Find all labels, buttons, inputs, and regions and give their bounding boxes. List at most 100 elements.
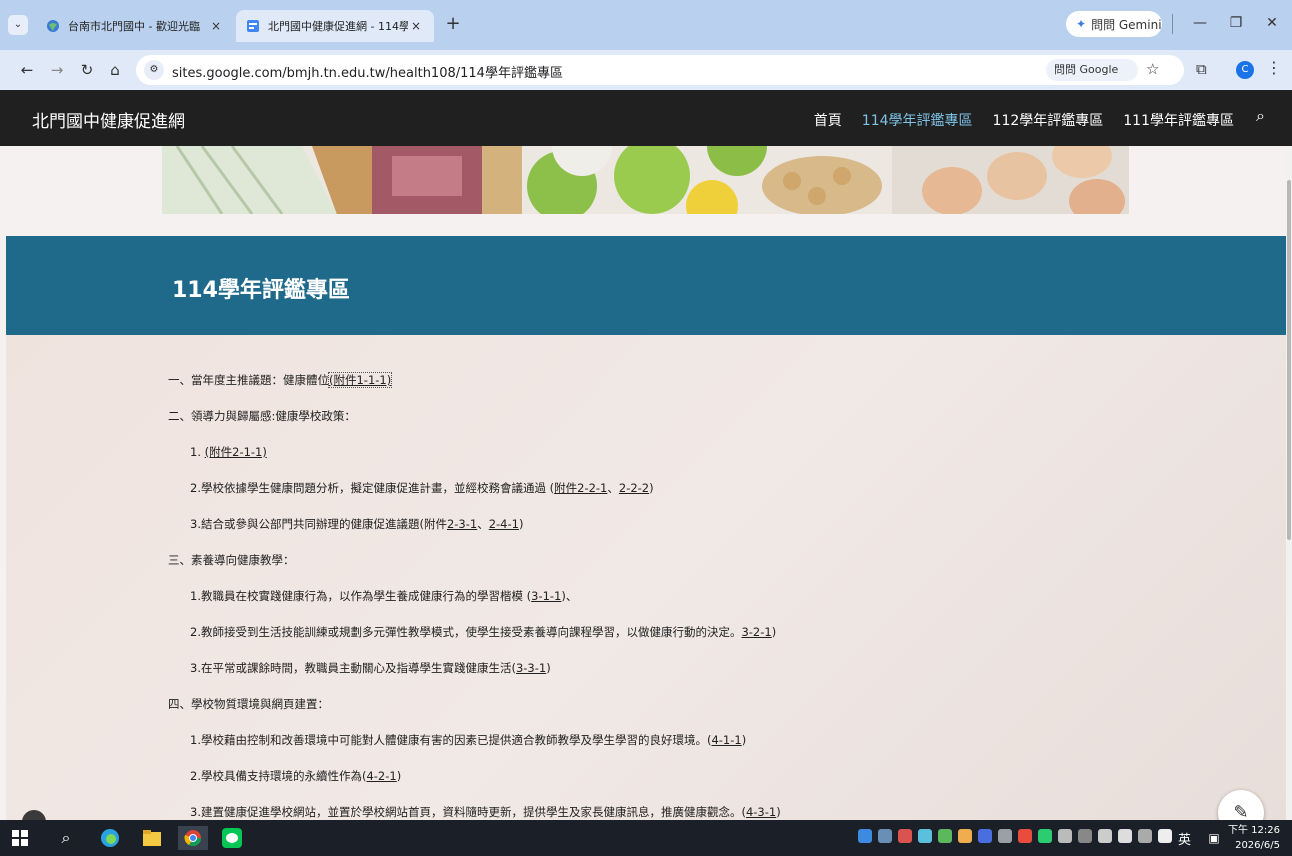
file-explorer-icon[interactable] (140, 826, 164, 850)
tray-app-icon[interactable] (878, 829, 892, 843)
bookmark-star-icon[interactable]: ☆ (1146, 60, 1159, 78)
attachment-link[interactable]: (附件2-1-1) (205, 445, 267, 459)
close-window-button[interactable]: ✕ (1252, 10, 1292, 36)
nav-item-home[interactable]: 首頁 (814, 110, 842, 130)
tray-app-icon[interactable] (898, 829, 912, 843)
minimize-button[interactable]: — (1180, 10, 1220, 36)
list-item: 1.學校藉由控制和改善環境中可能對人體健康有害的因素已提供適合教師教學及學生學習… (190, 733, 747, 747)
site-nav: 首頁 114學年評鑑專區 112學年評鑑專區 111學年評鑑專區 (814, 110, 1234, 130)
new-tab-button[interactable]: + (442, 14, 464, 36)
tray-app-icon[interactable] (1098, 829, 1112, 843)
attachment-link[interactable]: (附件1-1-1) (327, 372, 393, 388)
home-icon[interactable]: ⌂ (104, 59, 126, 81)
clock-time: 下午 12:26 (1228, 825, 1280, 836)
profile-avatar[interactable]: C (1236, 61, 1254, 79)
attachment-link[interactable]: 4-1-1 (711, 733, 741, 747)
scrollbar-thumb[interactable] (1287, 180, 1291, 540)
tray-app-icon[interactable] (938, 829, 952, 843)
tray-app-icon[interactable] (958, 829, 972, 843)
gemini-sparkle-icon: ✦ (1076, 17, 1087, 31)
google-sites-icon (247, 20, 259, 32)
forward-arrow-icon[interactable]: → (46, 59, 68, 81)
tray-app-icon[interactable] (1118, 829, 1132, 843)
nav-item-112[interactable]: 112學年評鑑專區 (993, 110, 1104, 130)
browser-menu-icon[interactable]: ⋮ (1266, 58, 1282, 77)
tab-close-icon[interactable]: × (408, 19, 424, 33)
attachment-link[interactable]: 3-2-1 (741, 625, 771, 639)
list-item: 3.建置健康促進學校網站，並置於學校網站首頁，資料隨時更新，提供學生及家長健康訊… (190, 805, 781, 819)
windows-start-icon[interactable] (8, 826, 32, 850)
reload-icon[interactable]: ↻ (76, 59, 98, 81)
page-banner: 114學年評鑑專區 (6, 236, 1286, 335)
gemini-label: 問問 Gemini (1091, 17, 1162, 32)
tray-app-icon[interactable] (1138, 829, 1152, 843)
tray-app-icon[interactable] (998, 829, 1012, 843)
restore-button[interactable]: ❐ (1216, 10, 1256, 36)
ask-google-button[interactable]: 問問 Google (1046, 59, 1138, 81)
list-item: 2.學校具備支持環境的永續性作為(4-2-1) (190, 769, 402, 783)
tray-app-icon[interactable] (978, 829, 992, 843)
list-item: 3.結合或參與公部門共同辦理的健康促進議題(附件2-3-1、2-4-1) (190, 517, 524, 531)
back-arrow-icon[interactable]: ← (16, 59, 38, 81)
tray-app-icon[interactable] (1018, 829, 1032, 843)
nav-item-111[interactable]: 111學年評鑑專區 (1123, 110, 1234, 130)
attachment-link[interactable]: 3-1-1 (531, 589, 561, 603)
attachment-link[interactable]: 附件2-2-1 (554, 481, 607, 495)
edge-browser-icon[interactable] (98, 826, 122, 850)
section-heading: 四、學校物質環境與網頁建置： (168, 697, 329, 711)
tray-app-icon[interactable] (1038, 829, 1052, 843)
list-item: 3.在平常或課餘時間，教職員主動關心及指導學生實踐健康生活(3-3-1) (190, 661, 551, 675)
site-settings-icon[interactable]: ⚙ (144, 60, 164, 80)
lens-label: 問問 Google (1054, 63, 1119, 76)
section-heading: 二、領導力與歸屬感:健康學校政策： (168, 409, 356, 423)
taskbar: ⌕ 英 ▣ 下午 12:26 2026/6/5 (0, 820, 1292, 856)
tab-title: 北門國中健康促進網 - 114學年 (268, 20, 408, 33)
section-heading: 三、素養導向健康教學： (168, 553, 295, 567)
globe-icon (47, 20, 59, 32)
attachment-link[interactable]: 2-3-1 (447, 517, 477, 531)
line-app-icon[interactable] (220, 826, 244, 850)
search-icon[interactable]: ⌕ (1256, 106, 1265, 126)
clock-date: 2026/6/5 (1235, 840, 1280, 851)
tray-app-icon[interactable] (1158, 829, 1172, 843)
tray-app-icon[interactable] (858, 829, 872, 843)
attachment-link[interactable]: 2-4-1 (489, 517, 519, 531)
ask-gemini-button[interactable]: ✦ 問問 Gemini (1066, 11, 1162, 37)
divider (1172, 14, 1173, 34)
attachment-link[interactable]: 4-3-1 (746, 805, 776, 819)
notification-icon[interactable]: ▣ (1202, 826, 1226, 850)
browser-toolbar: ← → ↻ ⌂ ⚙ sites.google.com/bmjh.tn.edu.t… (0, 50, 1292, 90)
tab-title: 台南市北門國中 - 歡迎光臨 (68, 20, 200, 33)
system-tray (858, 829, 1172, 843)
tray-app-icon[interactable] (918, 829, 932, 843)
extensions-icon[interactable]: ⧉ (1196, 60, 1207, 78)
page-viewport: 北門國中健康促進網 首頁 114學年評鑑專區 112學年評鑑專區 111學年評鑑… (0, 90, 1292, 820)
attachment-link[interactable]: 3-3-1 (516, 661, 546, 675)
list-item: 一、當年度主推議題：健康體位(附件1-1-1) (168, 372, 393, 388)
content-section: 一、當年度主推議題：健康體位(附件1-1-1) 二、領導力與歸屬感:健康學校政策… (6, 335, 1286, 820)
input-method-indicator[interactable]: 英 (1178, 829, 1191, 848)
page-title: 114學年評鑑專區 (172, 278, 350, 303)
tab-close-icon[interactable]: × (208, 19, 224, 33)
address-bar[interactable]: ⚙ sites.google.com/bmjh.tn.edu.tw/health… (136, 55, 1184, 85)
tab-search-chevron-icon[interactable]: ⌄ (8, 15, 28, 35)
speaker-icon[interactable] (1058, 829, 1072, 843)
list-item: 1.教職員在校實踐健康行為，以作為學生養成健康行為的學習楷模 (3-1-1)、 (190, 589, 578, 603)
hero-food-image (162, 146, 1129, 214)
site-header: 北門國中健康促進網 首頁 114學年評鑑專區 112學年評鑑專區 111學年評鑑… (0, 90, 1292, 146)
list-item: 2.學校依據學生健康問題分析，擬定健康促進計畫，並經校務會議通過 (附件2-2-… (190, 481, 654, 495)
attachment-link[interactable]: 4-2-1 (366, 769, 396, 783)
attachment-link[interactable]: 2-2-2 (619, 481, 649, 495)
list-item: 1. (附件2-1-1) (190, 445, 267, 459)
chrome-icon[interactable] (178, 826, 208, 850)
tab-health-site[interactable]: 北門國中健康促進網 - 114學年 × (236, 10, 434, 42)
site-title[interactable]: 北門國中健康促進網 (32, 107, 185, 132)
tab-school-home[interactable]: 台南市北門國中 - 歡迎光臨 × (36, 10, 234, 42)
list-item: 2.教師接受到生活技能訓練或規劃多元彈性教學模式，使學生接受素養導向課程學習，以… (190, 625, 777, 639)
nav-item-114[interactable]: 114學年評鑑專區 (862, 110, 973, 130)
battery-icon[interactable] (1078, 829, 1092, 843)
tab-strip: ⌄ 台南市北門國中 - 歡迎光臨 × 北門國中健康促進網 - 114學年 × +… (0, 0, 1292, 50)
clock[interactable]: 下午 12:26 2026/6/5 (1228, 823, 1280, 853)
search-icon[interactable]: ⌕ (54, 826, 78, 850)
url-text[interactable]: sites.google.com/bmjh.tn.edu.tw/health10… (172, 62, 563, 81)
